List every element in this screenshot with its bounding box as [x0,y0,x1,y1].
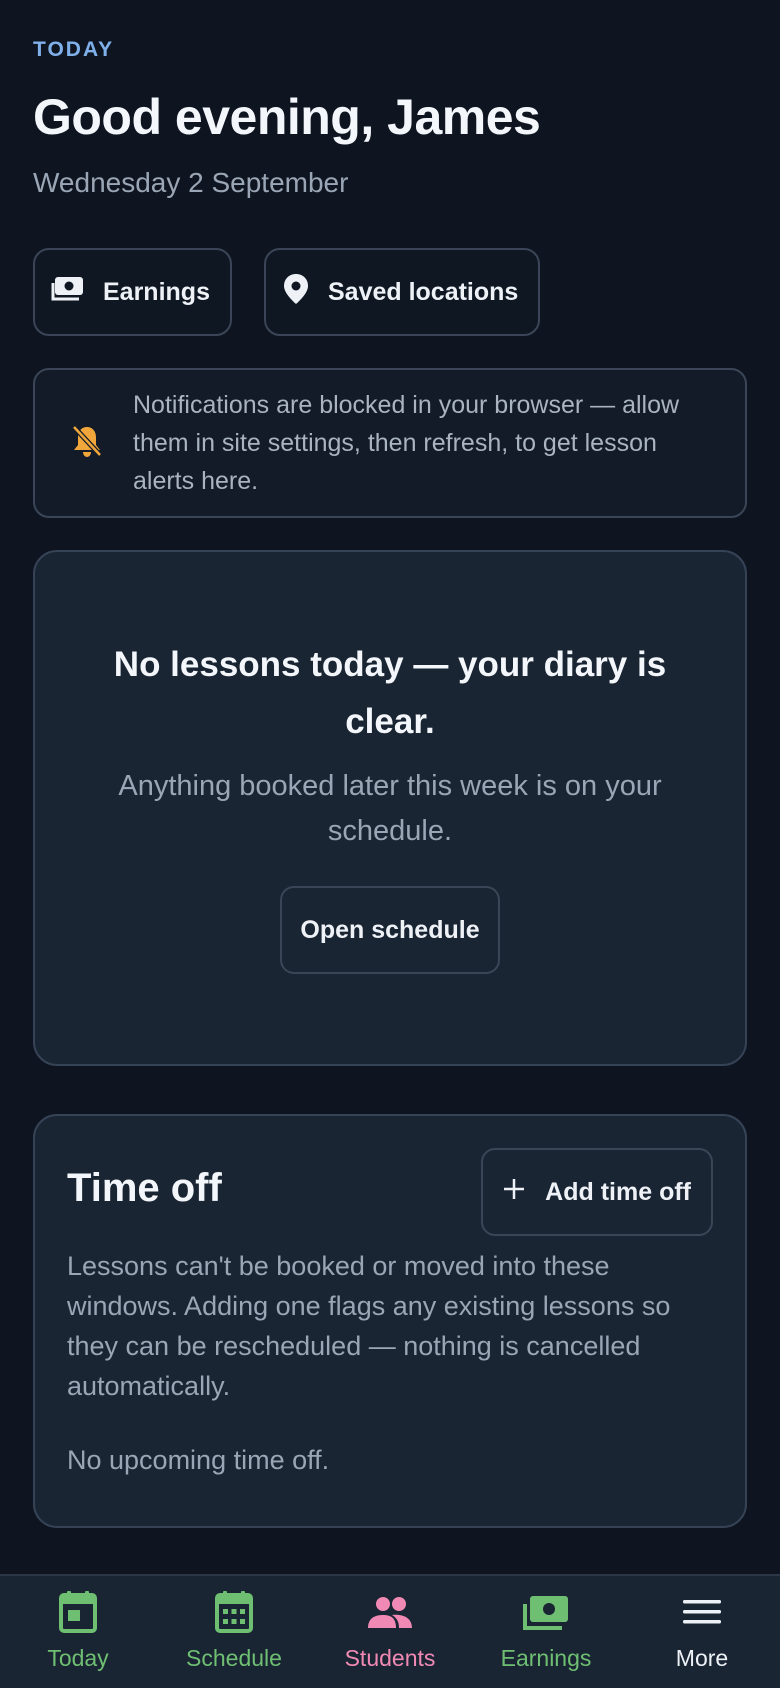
menu-icon [680,1590,724,1639]
saved-locations-button[interactable]: Saved locations [263,248,541,336]
earnings-link-label: Earnings [103,277,210,306]
open-schedule-button[interactable]: Open schedule [280,886,500,974]
notifications-blocked-notice: Notifications are blocked in your browse… [33,368,747,518]
tab-schedule[interactable]: Schedule [156,1576,312,1688]
saved-locations-label: Saved locations [327,277,519,306]
tab-students[interactable]: Students [312,1576,468,1688]
no-lessons-card: No lessons today — your diary is clear. … [33,550,747,1066]
tab-earnings-label: Earnings [500,1645,592,1671]
plus-icon [503,1178,525,1207]
page-eyebrow: TODAY [33,38,115,61]
quick-links: Earnings Saved locations [33,248,747,336]
students-icon [366,1590,414,1639]
bell-off-icon [71,424,103,463]
calendar-icon [214,1590,254,1639]
tab-more-label: More [675,1645,729,1671]
tab-today-label: Today [47,1645,109,1671]
money-icon [51,275,85,310]
add-time-off-button[interactable]: Add time off [481,1148,713,1236]
tab-today[interactable]: Today [0,1576,156,1688]
time-off-empty-text: No upcoming time off. [67,1445,330,1475]
money-icon [522,1590,570,1639]
add-time-off-label: Add time off [545,1177,691,1206]
current-date: Wednesday 2 September [33,167,349,198]
today-icon [58,1590,98,1639]
earnings-link-button[interactable]: Earnings [33,248,232,336]
location-pin-icon [282,273,310,312]
tab-schedule-label: Schedule [186,1645,282,1671]
today-screen: TODAY Good evening, James Wednesday 2 Se… [0,0,780,1688]
notice-text: Notifications are blocked in your browse… [133,391,680,495]
page-title: Good evening, James [33,89,541,145]
tab-more[interactable]: More [624,1576,780,1688]
empty-state-subtitle: Anything booked later this week is on yo… [118,770,662,847]
bottom-tab-bar: Today Schedule Students Earnings More [0,1574,780,1688]
tab-students-label: Students [344,1645,436,1671]
time-off-title: Time off [67,1166,222,1210]
empty-state-title: No lessons today — your diary is clear. [113,645,667,741]
tab-earnings[interactable]: Earnings [468,1576,624,1688]
main-content: TODAY Good evening, James Wednesday 2 Se… [0,0,780,1528]
time-off-header: Time off Add time off [67,1148,713,1236]
time-off-description: Lessons can't be booked or moved into th… [67,1251,671,1401]
time-off-card: Time off Add time off Lessons can't be b… [33,1114,747,1528]
